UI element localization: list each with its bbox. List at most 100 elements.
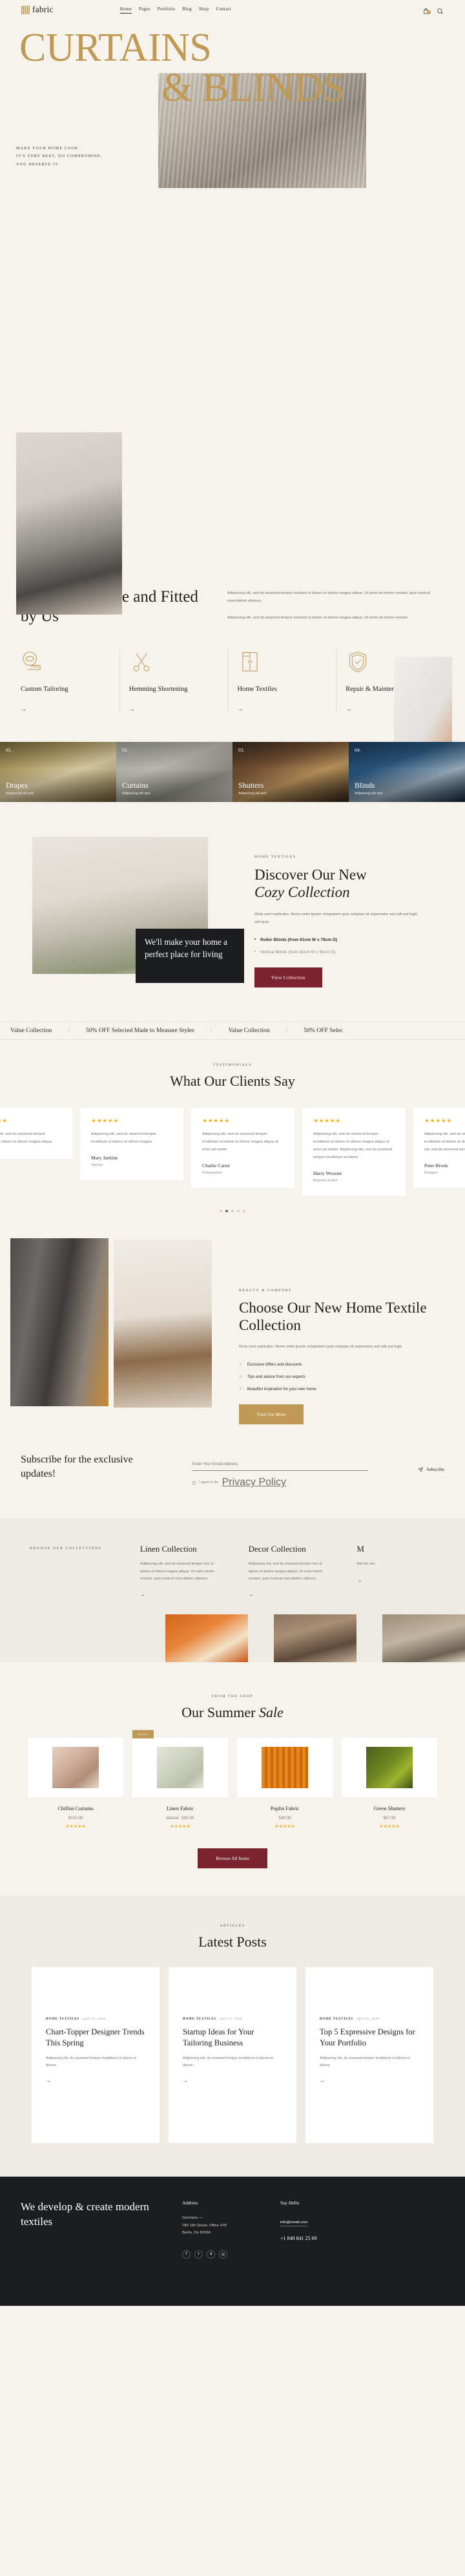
- product-image: [157, 1747, 203, 1789]
- textile-feature-label: Exclusive Offers and discounts: [247, 1362, 302, 1367]
- arrow-right-icon[interactable]: →: [140, 1592, 220, 1598]
- product-name: Chiffon Curtains: [57, 1806, 94, 1812]
- footer-email-link[interactable]: info@email.com: [280, 2221, 308, 2227]
- blog-meta-separator: ·: [217, 2018, 219, 2022]
- hero-title-line2: & BLINDS: [161, 66, 345, 110]
- subscribe-button-label: Subscribe: [426, 1467, 444, 1473]
- arrow-right-icon[interactable]: →: [249, 1592, 329, 1598]
- category-card-drapes[interactable]: 01. Drapes Adipiscing elit sed: [0, 741, 116, 802]
- product-card[interactable]: Poplin Fabric $49.00 ★★★★★: [237, 1738, 333, 1829]
- carousel-dot-active[interactable]: [225, 1210, 228, 1213]
- marquee-separator: /: [285, 1026, 288, 1034]
- find-out-more-button[interactable]: Find Out More: [239, 1404, 304, 1425]
- cozy-title-line1: Discover Our New: [254, 866, 367, 883]
- product-name: Linen Fabric: [166, 1806, 194, 1812]
- marquee-item: 50% OFF Selected Made to Measure Styles: [85, 1026, 194, 1034]
- brand-logo[interactable]: fabric: [21, 5, 54, 15]
- textile-collection-section: BEAUTY & COMFORT Choose Our New Home Tex…: [0, 1238, 465, 1425]
- testimonial-role: Photographer: [202, 1171, 223, 1176]
- textile-feature-list: ✓ Exclusive Offers and discounts ✓ Tips …: [239, 1362, 455, 1392]
- privacy-consent-checkbox[interactable]: [192, 1481, 196, 1484]
- carousel-dot[interactable]: [220, 1210, 222, 1213]
- product-card[interactable]: Green Shutters $67.00 ★★★★★: [342, 1738, 437, 1829]
- blog-post-card[interactable]: HOME TEXTILES · April 21, 2020 Top 5 Exp…: [305, 1967, 433, 2144]
- footer-social-links[interactable]: f t d ◎: [182, 2250, 280, 2259]
- testimonial-text: Adipiscing elit, sed do eiusmod tempor i…: [202, 1132, 278, 1152]
- privacy-policy-link[interactable]: Privacy Policy: [222, 1477, 287, 1488]
- services-paragraph-1: Adipiscing elit, sed do eiusmod tempor i…: [227, 591, 431, 603]
- textile-feature-label: Tips and advice from our experts: [247, 1374, 305, 1379]
- arrow-right-icon[interactable]: →: [21, 706, 110, 712]
- service-card-custom-tailoring[interactable]: Custom Tailoring →: [21, 649, 120, 712]
- testimonials-carousel[interactable]: ★★★★★ Adipiscing elit, sed do eiusmod te…: [0, 1107, 465, 1196]
- nav-item-shop[interactable]: Shop: [199, 6, 209, 14]
- marquee-item: Value Collection: [10, 1026, 52, 1034]
- shopping-bag-icon[interactable]: 0: [422, 6, 431, 14]
- nav-item-portfolio[interactable]: Portfolio: [158, 6, 175, 14]
- nav-item-pages[interactable]: Pages: [139, 6, 150, 14]
- shop-eyebrow: FROM THE SHOP: [211, 1694, 254, 1699]
- blog-date: April 21, 2020: [356, 2018, 380, 2022]
- blog-post-title: Startup Ideas for Your Tailoring Busines…: [183, 2027, 254, 2047]
- category-card-curtains[interactable]: 02. Curtains Adipiscing elit sed: [116, 741, 232, 802]
- product-image: [366, 1747, 413, 1789]
- facebook-icon[interactable]: f: [182, 2250, 191, 2259]
- testimonial-text: Adipiscing elit, sed do eiusmod tempor i…: [91, 1132, 156, 1144]
- product-card[interactable]: Chiffon Curtains $165.00 ★★★★★: [28, 1738, 123, 1829]
- product-card[interactable]: SALE! Linen Fabric $99.00 $89.00 ★★★★★: [132, 1730, 228, 1829]
- carousel-dot[interactable]: [231, 1210, 234, 1213]
- arrow-right-icon[interactable]: →: [356, 1578, 437, 1583]
- category-desc: Adipiscing elit sed: [6, 791, 34, 796]
- carousel-dot[interactable]: [237, 1210, 240, 1213]
- view-collection-button[interactable]: View Collection: [254, 967, 322, 987]
- nav-item-home[interactable]: Home: [119, 6, 132, 14]
- category-card-shutters[interactable]: 03. Shutters Adipiscing elit sed: [232, 741, 349, 802]
- collection-card-more[interactable]: M Adi lab ven →: [356, 1544, 465, 1598]
- textile-title: Choose Our New Home Textile Collection: [239, 1300, 427, 1334]
- testimonial-card: ★★★★★ Adipiscing elit, sed do eiusmod te…: [80, 1107, 183, 1180]
- blog-post-card[interactable]: HOME TEXTILES · April 21, 2020 Chart-Top…: [32, 1967, 160, 2144]
- twitter-icon[interactable]: t: [194, 2250, 203, 2259]
- carousel-dot[interactable]: [243, 1210, 245, 1213]
- site-footer: We develop & create modern textiles Addr…: [0, 2177, 465, 2307]
- footer-address-line-3: Berlin, De 81566: [182, 2231, 211, 2235]
- browse-all-items-button[interactable]: Browse All Items: [198, 1848, 267, 1869]
- arrow-right-icon[interactable]: →: [320, 2078, 419, 2084]
- dribbble-icon[interactable]: d: [207, 2250, 215, 2259]
- nav-item-blog[interactable]: Blog: [182, 6, 192, 14]
- testimonial-card: ★★★★★ Adipiscing elit, sed do eiusmod te…: [302, 1107, 406, 1196]
- check-icon: ✓: [239, 1387, 243, 1392]
- arrow-right-icon[interactable]: →: [183, 2078, 282, 2084]
- search-icon[interactable]: [437, 6, 444, 14]
- testimonial-role: Business Expert: [313, 1179, 338, 1183]
- instagram-icon[interactable]: ◎: [219, 2250, 227, 2259]
- service-card-hemming[interactable]: Hemming Shortening →: [120, 649, 229, 712]
- subscribe-button[interactable]: Subscribe: [418, 1467, 444, 1473]
- carousel-dots[interactable]: [0, 1210, 465, 1213]
- nav-item-contact[interactable]: Contact: [216, 6, 231, 14]
- email-field[interactable]: [192, 1462, 368, 1472]
- textile-feature-item: ✓ Beautiful inspiration for your new hom…: [239, 1386, 455, 1392]
- testimonial-role: Designer: [424, 1171, 438, 1176]
- blog-post-card[interactable]: HOME TEXTILES · April 21, 2020 Startup I…: [169, 1967, 296, 2144]
- collection-card-decor[interactable]: Decor Collection Adipiscing elit, sed do…: [249, 1544, 357, 1598]
- rating-stars: ★★★★★: [0, 1117, 8, 1124]
- main-navigation[interactable]: Home Pages Portfolio Blog Shop Contact: [119, 6, 232, 14]
- category-number: 01.: [6, 746, 12, 753]
- collection-card-linen[interactable]: Linen Collection Adipiscing elit, sed do…: [140, 1544, 249, 1598]
- product-image: [52, 1747, 99, 1789]
- footer-tagline: We develop & create modern textiles: [21, 2201, 149, 2228]
- scissors-icon: [129, 649, 154, 674]
- category-desc: Adipiscing elit sed: [355, 791, 383, 796]
- marquee-separator: /: [68, 1026, 70, 1034]
- testimonial-text: Adipiscing elit, sed do eiusmod tempor i…: [0, 1132, 53, 1144]
- footer-phone[interactable]: +1 840 841 25 69: [280, 2235, 378, 2241]
- service-card-home-textiles[interactable]: Home Textiles →: [229, 649, 337, 712]
- arrow-right-icon[interactable]: →: [129, 706, 219, 712]
- category-card-blinds[interactable]: 04. Blinds Adipiscing elit sed: [349, 741, 465, 802]
- textile-feature-item: ✓ Exclusive Offers and discounts: [239, 1362, 455, 1367]
- testimonials-eyebrow: TESTIMONIALS: [213, 1062, 252, 1067]
- arrow-right-icon[interactable]: →: [46, 2078, 145, 2084]
- cozy-paragraph: Dicta sunt explicabo. Nemo enim ipsam vo…: [254, 913, 418, 924]
- arrow-right-icon[interactable]: →: [238, 706, 327, 712]
